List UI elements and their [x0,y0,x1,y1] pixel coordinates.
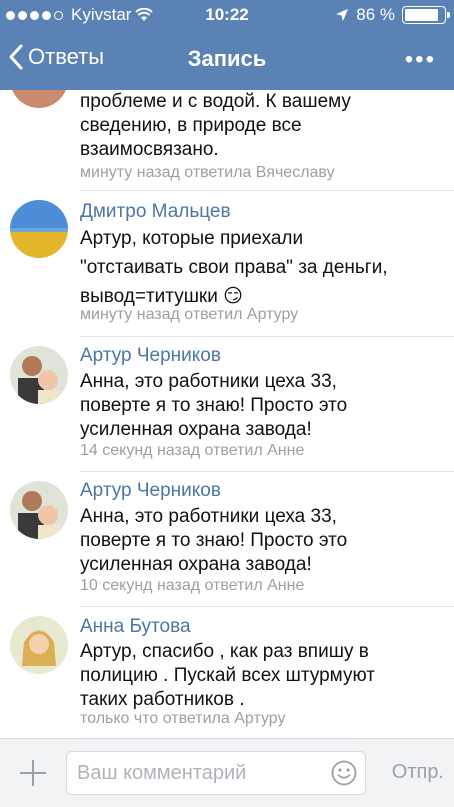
comment-meta[interactable]: 10 секунд назад ответил Анне [80,577,304,595]
comment-author[interactable]: Артур Черников [80,345,221,367]
comment-meta[interactable]: 14 секунд назад ответил Анне [80,442,304,460]
comment-item: проблеме и с водой. К вашему сведению, в… [0,90,454,188]
comment-item: Дмитро Мальцев Артур, которые приехали "… [0,190,454,336]
comment-meta[interactable]: минуту назад ответил Артуру [80,306,298,324]
comment-meta[interactable]: только что ответила Артуру [80,710,286,728]
emoji-smile-icon[interactable] [331,760,357,786]
comment-author[interactable]: Артур Черников [80,480,221,502]
more-options-button[interactable]: ••• [405,46,436,74]
location-arrow-icon [336,9,349,21]
status-right: 86 % [335,5,450,25]
comment-meta[interactable]: минуту назад ответила Вячеславу [80,164,335,182]
avatar[interactable] [10,616,68,674]
avatar[interactable] [10,481,68,539]
comment-item: Анна Бутова Артур, спасибо , как раз впи… [0,606,454,738]
attach-plus-icon[interactable] [18,758,48,788]
battery-icon [402,6,450,24]
comment-author[interactable]: Анна Бутова [80,616,191,638]
navigation-bar: Ответы Запись ••• [0,36,454,84]
comment-input-wrapper [66,751,366,795]
comment-text: Анна, это работники цеха 33, поверте я т… [80,371,348,440]
send-button[interactable]: Отпр. [392,761,444,784]
chevron-left-icon [9,44,23,70]
avatar[interactable] [10,90,68,108]
comment-text: проблеме и с водой. К вашему сведению, в… [80,91,351,160]
avatar[interactable] [10,346,68,404]
comment-author[interactable]: Дмитро Мальцев [80,201,231,223]
comment-text: Артур, спасибо , как раз впишу в полицию… [80,641,375,710]
back-button[interactable]: Ответы [8,44,104,70]
avatar[interactable] [10,200,68,258]
comment-composer: Отпр. [0,738,454,807]
comments-feed[interactable]: проблеме и с водой. К вашему сведению, в… [0,90,454,738]
comment-item: Артур Черников Анна, это работники цеха … [0,471,454,606]
top-bar: Kyivstar 10:22 86 % Ответы Запись ••• [0,0,454,90]
status-bar: Kyivstar 10:22 86 % [0,0,454,30]
comment-input[interactable] [77,752,317,794]
battery-percent: 86 % [356,5,395,24]
comment-text: Артур, которые приехали "отстаивать свои… [80,228,388,307]
comment-item: Артур Черников Анна, это работники цеха … [0,336,454,471]
comment-text: Анна, это работники цеха 33, поверте я т… [80,506,348,575]
back-label: Ответы [28,44,105,69]
